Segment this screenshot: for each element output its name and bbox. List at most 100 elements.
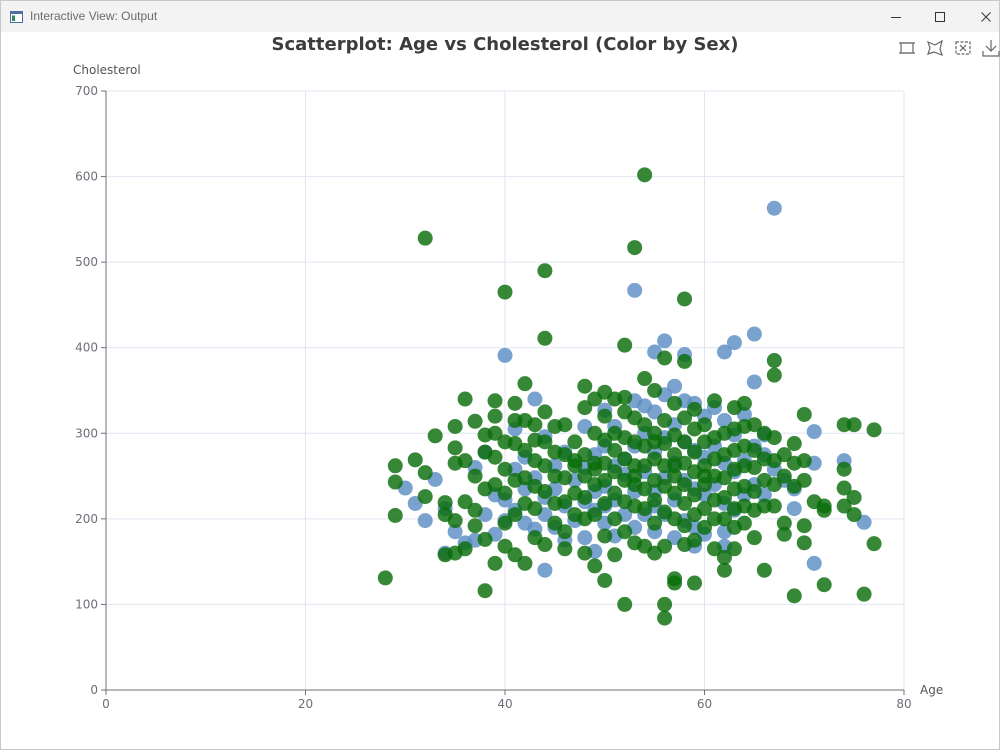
data-point <box>816 502 832 518</box>
data-point <box>617 524 633 540</box>
data-point <box>677 353 693 369</box>
data-point <box>657 412 673 428</box>
data-point <box>557 524 573 540</box>
data-point <box>796 518 812 534</box>
data-point <box>856 586 872 602</box>
data-point <box>537 330 553 346</box>
data-point <box>497 485 513 501</box>
download-icon[interactable] <box>982 39 1000 57</box>
data-point <box>577 378 593 394</box>
data-point <box>746 326 762 342</box>
data-point <box>527 417 543 433</box>
x-tick-label: 0 <box>102 697 110 711</box>
data-point <box>537 562 553 578</box>
data-point <box>477 531 493 547</box>
data-point <box>457 391 473 407</box>
x-tick-label: 80 <box>896 697 911 711</box>
data-point <box>657 333 673 349</box>
data-point <box>447 513 463 529</box>
data-point <box>637 371 653 387</box>
close-icon <box>981 11 991 22</box>
data-point <box>487 449 503 465</box>
data-point <box>557 417 573 433</box>
data-point <box>517 376 533 392</box>
data-point <box>657 596 673 612</box>
data-point <box>597 572 613 588</box>
data-point <box>487 555 503 571</box>
x-tick-label: 40 <box>497 697 512 711</box>
app-icon <box>10 10 23 23</box>
data-point <box>657 538 673 554</box>
data-point <box>806 424 822 440</box>
data-point <box>467 518 483 534</box>
data-point <box>846 417 862 433</box>
data-point <box>786 588 802 604</box>
y-tick-label: 0 <box>90 683 98 697</box>
data-point <box>766 200 782 216</box>
data-point <box>647 434 663 450</box>
data-point <box>577 489 593 505</box>
data-point <box>786 501 802 517</box>
y-tick-label: 400 <box>75 341 98 355</box>
title-bar: Interactive View: Output <box>1 1 999 32</box>
data-point <box>587 558 603 574</box>
data-point <box>796 472 812 488</box>
x-axis-label: Age <box>920 683 944 697</box>
data-point <box>667 395 683 411</box>
data-point <box>407 452 423 468</box>
data-point <box>766 367 782 383</box>
data-point <box>487 408 503 424</box>
maximize-button[interactable] <box>917 1 963 32</box>
data-point <box>836 461 852 477</box>
data-point <box>507 395 523 411</box>
data-point <box>866 422 882 438</box>
data-point <box>617 389 633 405</box>
data-point <box>497 284 513 300</box>
data-point <box>627 282 643 298</box>
data-point <box>387 507 403 523</box>
data-point <box>617 596 633 612</box>
data-point <box>796 535 812 551</box>
data-point <box>457 453 473 469</box>
data-point <box>387 474 403 490</box>
data-point <box>417 489 433 505</box>
data-point <box>806 555 822 571</box>
minimize-button[interactable] <box>873 1 919 32</box>
data-point <box>417 465 433 481</box>
data-point <box>587 455 603 471</box>
data-point <box>477 583 493 599</box>
data-point <box>766 498 782 514</box>
lasso-select-icon[interactable] <box>926 39 944 57</box>
data-point <box>657 610 673 626</box>
data-point <box>447 418 463 434</box>
data-point <box>607 511 623 527</box>
data-point <box>846 507 862 523</box>
chart-area: 0 20 40 60 80 0 100 200 300 400 500 600 700 Scatterp… <box>1 32 1000 749</box>
data-point <box>537 263 553 279</box>
data-point <box>557 470 573 486</box>
data-point <box>687 575 703 591</box>
close-button[interactable] <box>963 1 1000 32</box>
data-point <box>736 515 752 531</box>
data-point <box>687 401 703 417</box>
data-point <box>667 575 683 591</box>
clear-selection-icon[interactable] <box>954 39 972 57</box>
data-point <box>597 408 613 424</box>
data-point <box>387 458 403 474</box>
y-tick-label: 200 <box>75 512 98 526</box>
data-point <box>467 413 483 429</box>
y-tick-label: 500 <box>75 255 98 269</box>
zoom-rect-icon[interactable] <box>898 39 916 57</box>
window-title: Interactive View: Output <box>30 9 158 23</box>
y-tick-label: 100 <box>75 597 98 611</box>
data-point <box>627 468 643 484</box>
data-point <box>766 430 782 446</box>
y-tick-label: 300 <box>75 426 98 440</box>
data-point <box>796 406 812 422</box>
data-point <box>527 391 543 407</box>
output-window: Interactive View: Output 0 20 40 60 80 0 100 20… <box>0 0 1000 750</box>
data-point <box>607 547 623 563</box>
data-point <box>377 570 393 586</box>
data-point <box>537 483 553 499</box>
data-point <box>577 545 593 561</box>
